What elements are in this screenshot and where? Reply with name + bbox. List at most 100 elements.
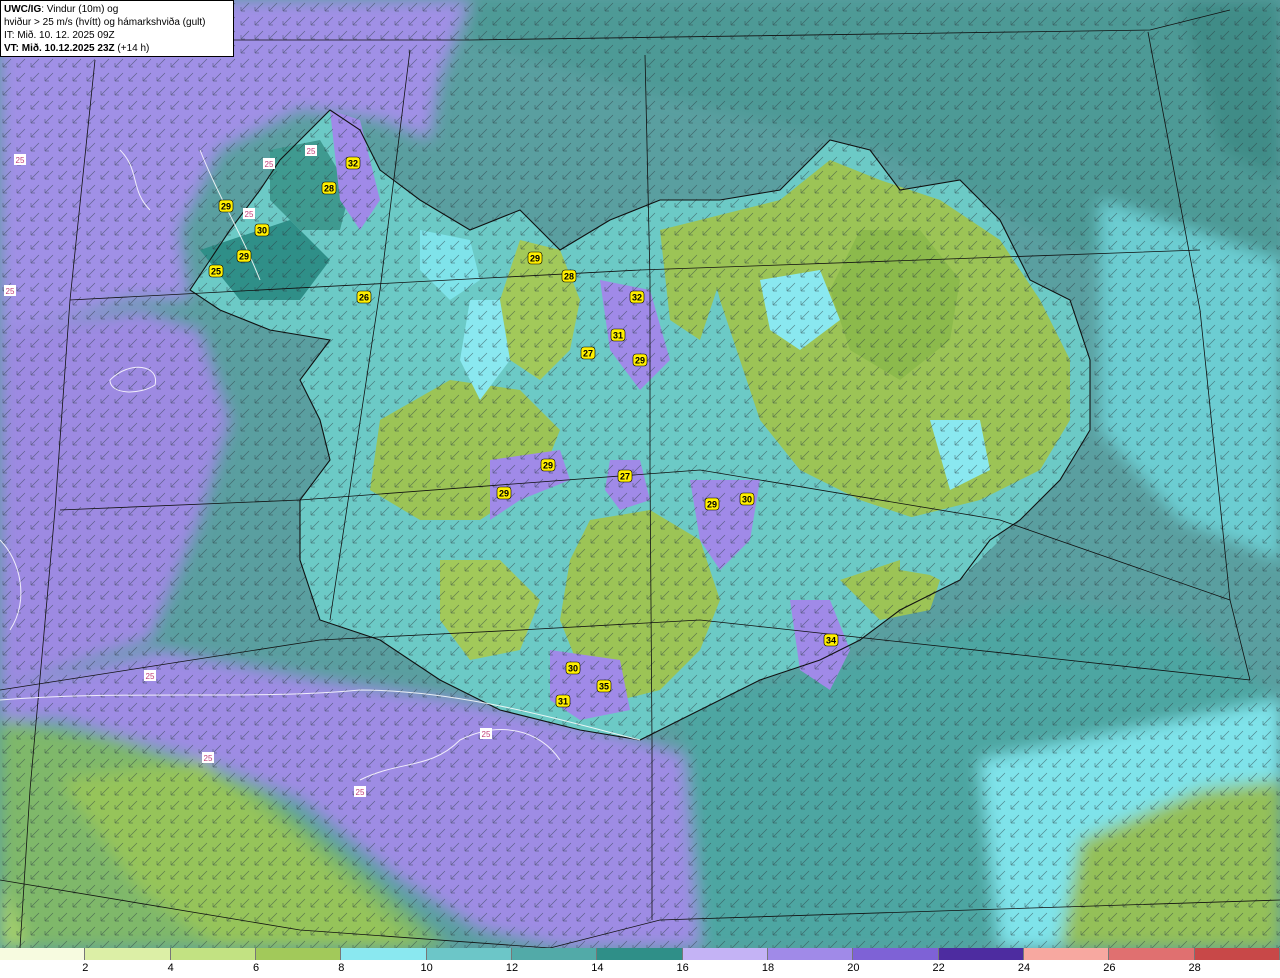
max-gust-value: 28: [324, 184, 334, 194]
legend-swatch: [341, 948, 427, 960]
legend-tick-label: 20: [847, 962, 860, 974]
contour-label-value: 25: [245, 210, 254, 219]
max-gust-label: 32: [345, 156, 361, 170]
lead-time: (+14 h): [117, 43, 150, 54]
max-gust-label: 29: [496, 486, 512, 500]
max-gust-label: 28: [561, 269, 577, 283]
legend-tick-label: 10: [420, 962, 433, 974]
title-rest: : Vindur (10m) og: [41, 4, 119, 15]
valid-time: VT: Mið. 10.12.2025 23Z: [4, 43, 115, 54]
legend-swatch: [255, 948, 342, 960]
legend-tick-label: 22: [932, 962, 945, 974]
contour-label: 25: [354, 786, 366, 797]
max-gust-label: 30: [565, 661, 581, 675]
contour-label: 25: [305, 145, 317, 156]
model-name: UWC/IG: [4, 4, 42, 15]
max-gust-label: 29: [540, 458, 556, 472]
max-gust-value: 34: [826, 636, 836, 646]
max-gust-value: 29: [239, 252, 249, 262]
contour-label-value: 25: [16, 156, 25, 165]
subtitle-line: hviður > 25 m/s (hvítt) og hámarkshviða …: [4, 17, 206, 28]
legend-tick-label: 6: [252, 962, 260, 974]
contour-label-value: 25: [204, 754, 213, 763]
contour-label-value: 25: [265, 160, 274, 169]
legend-swatch: [0, 948, 86, 960]
legend-tick-label: 28: [1188, 962, 1201, 974]
legend-swatch: [1109, 948, 1195, 960]
legend-swatch: [853, 948, 939, 960]
contour-label-value: 25: [6, 287, 15, 296]
legend-swatch: [1023, 948, 1110, 960]
legend-swatch: [597, 948, 683, 960]
legend-tick-label: 18: [761, 962, 775, 974]
max-gust-value: 31: [613, 331, 623, 341]
max-gust-value: 30: [257, 226, 267, 236]
map-info-box: UWC/IG: Vindur (10m) og hviður > 25 m/s …: [0, 0, 234, 57]
contour-label-value: 25: [356, 788, 365, 797]
legend-color-bar: [0, 948, 1280, 960]
max-gust-label: 27: [617, 469, 633, 483]
max-gust-value: 29: [707, 500, 717, 510]
legend-tick-label: 12: [505, 962, 519, 974]
contour-label: 25: [480, 728, 492, 739]
max-gust-value: 30: [568, 664, 578, 674]
max-gust-value: 29: [499, 489, 509, 499]
legend-swatch: [767, 948, 854, 960]
color-legend: 2 4 6 8 10 12 14 16 18 20 22 24 26 28: [0, 948, 1280, 978]
max-gust-label: 30: [739, 492, 755, 506]
max-gust-value: 29: [635, 356, 645, 366]
max-gust-label: 35: [596, 679, 612, 693]
wind-map: 25 25 25 25 25 25 25 25 25 32 28 29 30 29 25 26 29 28 32 3…: [0, 0, 1280, 948]
legend-tick-label: 4: [167, 962, 174, 974]
max-gust-label: 26: [356, 290, 372, 304]
contour-label: 25: [243, 208, 255, 219]
contour-label: 25: [4, 285, 16, 296]
contour-label: 25: [14, 154, 26, 165]
legend-swatch: [85, 948, 171, 960]
legend-swatch: [1194, 948, 1280, 960]
max-gust-value: 28: [564, 272, 574, 282]
legend-swatch: [511, 948, 598, 960]
contour-label-value: 25: [146, 672, 155, 681]
contour-label: 25: [144, 670, 156, 681]
contour-label-value: 25: [482, 730, 491, 739]
max-gust-label: 32: [629, 290, 645, 304]
max-gust-label: 30: [254, 223, 270, 237]
max-gust-label: 29: [527, 251, 543, 265]
title-line: UWC/IG: Vindur (10m) og: [4, 3, 230, 16]
legend-tick-label: 8: [338, 962, 345, 974]
max-gust-label: 29: [218, 199, 234, 213]
contour-label: 25: [263, 158, 275, 169]
max-gust-value: 25: [211, 267, 221, 277]
max-gust-label: 29: [236, 249, 252, 263]
max-gust-value: 29: [530, 254, 540, 264]
legend-tick-label: 24: [1017, 962, 1031, 974]
max-gust-value: 31: [558, 697, 568, 707]
max-gust-value: 30: [742, 495, 752, 505]
legend-tick-label: 2: [82, 962, 89, 974]
wind-arrows: [0, 0, 1280, 948]
max-gust-label: 29: [632, 353, 648, 367]
max-gust-value: 35: [599, 682, 609, 692]
max-gust-label: 25: [208, 264, 224, 278]
max-gust-value: 32: [348, 159, 358, 169]
max-gust-label: 27: [580, 346, 596, 360]
issue-time: IT: Mið. 10. 12. 2025 09Z: [4, 30, 115, 41]
legend-swatch: [170, 948, 256, 960]
max-gust-label: 29: [704, 497, 720, 511]
legend-swatch: [938, 948, 1024, 960]
legend-swatch: [682, 948, 768, 960]
legend-tick-label: 14: [591, 962, 604, 974]
legend-swatch: [426, 948, 512, 960]
max-gust-value: 27: [583, 349, 593, 359]
legend-tick-label: 26: [1103, 962, 1116, 974]
max-gust-label: 31: [610, 328, 626, 342]
weather-map-view: 25 25 25 25 25 25 25 25 25 32 28 29 30 29 25 26 29 28 32 3…: [0, 0, 1280, 978]
legend-tick-label: 16: [676, 962, 689, 974]
contour-label: 25: [202, 752, 214, 763]
max-gust-value: 29: [221, 202, 231, 212]
max-gust-value: 27: [620, 472, 630, 482]
contour-label-value: 25: [307, 147, 316, 156]
max-gust-value: 29: [543, 461, 553, 471]
max-gust-label: 31: [555, 694, 571, 708]
